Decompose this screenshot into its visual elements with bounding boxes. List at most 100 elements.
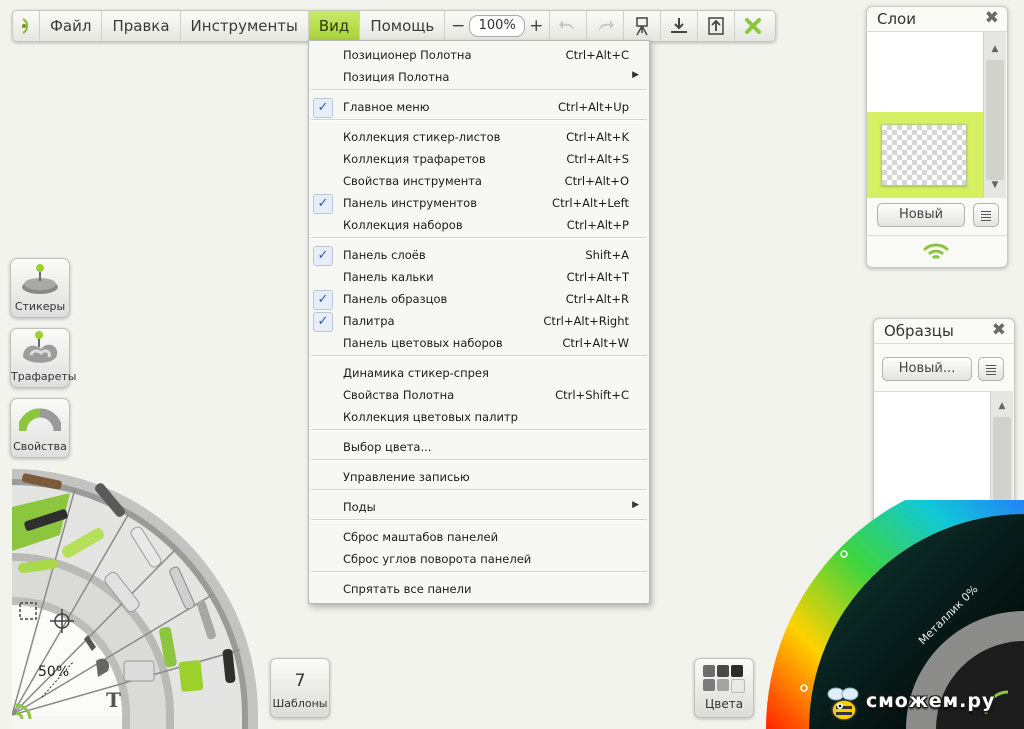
checkmark-icon: ✓	[313, 246, 333, 266]
redo-icon[interactable]	[587, 11, 625, 41]
menu-item-shortcut: Ctrl+Shift+C	[555, 388, 629, 402]
view-menu-item[interactable]: ✓ Главное меню Ctrl+Alt+Up	[309, 96, 649, 118]
zoom-out-button[interactable]: −	[449, 16, 467, 36]
layers-options-icon[interactable]	[973, 203, 999, 227]
save-download-icon[interactable]	[661, 11, 699, 41]
menu-item-label: Свойства инструмента	[343, 174, 482, 188]
close-icon[interactable]: ✖	[992, 320, 1006, 340]
view-menu-item[interactable]: ✓ Панель слоёв Shift+A	[309, 244, 649, 266]
view-menu-item[interactable]: Коллекция трафаретов Ctrl+Alt+S	[309, 148, 649, 170]
view-menu-item[interactable]: Спрятать все панели	[309, 578, 649, 600]
stencils-icon	[23, 331, 58, 363]
menu-help[interactable]: Помощь	[360, 11, 446, 41]
properties-icon	[19, 408, 61, 432]
view-menu-item[interactable]: Панель кальки Ctrl+Alt+T	[309, 266, 649, 288]
menu-item-label: Выбор цвета...	[343, 440, 432, 454]
text-tool-icon[interactable]: T	[106, 688, 121, 712]
menu-item-label: Свойства Полотна	[343, 388, 455, 402]
view-menu-item[interactable]: Свойства инструмента Ctrl+Alt+O	[309, 170, 649, 192]
zoom-value-field[interactable]: 100%	[469, 15, 526, 37]
view-menu-item[interactable]: Коллекция стикер-листов Ctrl+Alt+K	[309, 126, 649, 148]
checkmark-icon: ✓	[313, 98, 333, 118]
menu-item-label: Поды	[343, 500, 376, 514]
menu-item-label: Коллекция трафаретов	[343, 152, 486, 166]
menu-item-label: Панель слоёв	[343, 248, 426, 262]
view-menu-item[interactable]: Управление записью	[309, 466, 649, 488]
menu-separator	[311, 89, 647, 91]
export-upload-icon[interactable]	[698, 11, 736, 41]
scroll-down-icon[interactable]: ▼	[984, 180, 1006, 190]
view-menu-item[interactable]: Сброс маштабов панелей	[309, 526, 649, 548]
layers-scrollbar[interactable]: ▲ ▼	[983, 32, 1006, 198]
properties-button[interactable]: Свойства	[10, 398, 70, 458]
layers-list[interactable]	[867, 32, 983, 198]
menu-item-label: Панель цветовых наборов	[343, 336, 503, 350]
samples-panel-header[interactable]: Образцы ✖	[874, 319, 1014, 344]
colors-button[interactable]: Цвета	[694, 658, 754, 718]
close-green-x-icon[interactable]	[735, 11, 771, 41]
view-menu-item[interactable]: Выбор цвета...	[309, 436, 649, 458]
samples-options-icon[interactable]	[978, 357, 1004, 381]
menu-item-label: Палитра	[343, 314, 395, 328]
zoom-control: − 100% +	[445, 11, 551, 41]
menu-item-label: Сброс углов поворота панелей	[343, 552, 532, 566]
menu-separator	[311, 119, 647, 121]
view-menu-item[interactable]: ✓ Палитра Ctrl+Alt+Right	[309, 310, 649, 332]
new-layer-button[interactable]: Новый	[877, 203, 965, 227]
checkmark-icon: ✓	[313, 312, 333, 332]
menu-item-shortcut: Ctrl+Alt+W	[562, 336, 629, 350]
view-menu-item[interactable]: Динамика стикер-спрея	[309, 362, 649, 384]
menu-view[interactable]: Вид	[308, 11, 361, 41]
watermark-text: сможем.ру	[866, 690, 996, 712]
view-menu-item[interactable]: Позиционер Полотна Ctrl+Alt+C	[309, 44, 649, 66]
view-menu-item[interactable]: Сброс углов поворота панелей	[309, 548, 649, 570]
menu-separator	[311, 237, 647, 239]
close-icon[interactable]: ✖	[985, 8, 999, 28]
zoom-in-button[interactable]: +	[527, 16, 545, 36]
view-menu-item[interactable]: ✓ Панель инструментов Ctrl+Alt+Left	[309, 192, 649, 214]
menu-item-shortcut: Ctrl+Alt+T	[566, 270, 629, 284]
layers-panel-title: Слои	[877, 10, 916, 28]
menu-item-label: Панель кальки	[343, 270, 434, 284]
scroll-thumb[interactable]	[986, 60, 1004, 180]
view-menu-item[interactable]: Поды ▶	[309, 496, 649, 518]
bee-logo-icon	[822, 684, 866, 728]
view-menu-item[interactable]: Позиция Полотна ▶	[309, 66, 649, 88]
scroll-up-icon[interactable]: ▲	[991, 401, 1013, 411]
menu-item-label: Коллекция стикер-листов	[343, 130, 501, 144]
templates-button[interactable]: 7 Шаблоны	[270, 658, 330, 718]
menu-file[interactable]: Файл	[40, 11, 103, 41]
samples-panel-title: Образцы	[884, 322, 954, 340]
view-menu-item[interactable]: Коллекция наборов Ctrl+Alt+P	[309, 214, 649, 236]
easel-icon[interactable]	[624, 11, 662, 41]
templates-count: 7	[294, 671, 306, 691]
menu-item-shortcut: Ctrl+Alt+Up	[557, 100, 629, 114]
view-menu-item[interactable]: Панель цветовых наборов Ctrl+Alt+W	[309, 332, 649, 354]
app-logo-icon[interactable]	[13, 11, 40, 41]
menu-item-label: Коллекция цветовых палитр	[343, 410, 518, 424]
menu-edit[interactable]: Правка	[102, 11, 181, 41]
menu-item-label: Панель образцов	[343, 292, 448, 306]
stickers-label: Стикеры	[14, 300, 66, 313]
menu-item-label: Главное меню	[343, 100, 430, 114]
menu-item-label: Панель инструментов	[343, 196, 477, 210]
stencils-button[interactable]: Трафареты	[10, 328, 76, 388]
layer-item-selected[interactable]	[867, 112, 983, 198]
menu-item-shortcut: Shift+A	[585, 248, 629, 262]
stickers-button[interactable]: Стикеры	[10, 258, 70, 318]
undo-icon[interactable]	[550, 11, 588, 41]
wifi-handle-icon[interactable]	[921, 241, 951, 265]
menu-item-label: Управление записью	[343, 470, 470, 484]
layers-panel-header[interactable]: Слои ✖	[867, 7, 1007, 32]
menu-item-label: Коллекция наборов	[343, 218, 463, 232]
menu-separator	[311, 571, 647, 573]
view-menu-dropdown: Позиционер Полотна Ctrl+Alt+C Позиция Поло…	[308, 40, 650, 604]
scroll-up-icon[interactable]: ▲	[984, 44, 1006, 54]
menu-separator	[311, 429, 647, 431]
menu-item-label: Позиционер Полотна	[343, 48, 472, 62]
view-menu-item[interactable]: Коллекция цветовых палитр	[309, 406, 649, 428]
view-menu-item[interactable]: ✓ Панель образцов Ctrl+Alt+R	[309, 288, 649, 310]
view-menu-item[interactable]: Свойства Полотна Ctrl+Shift+C	[309, 384, 649, 406]
new-sample-button[interactable]: Новый...	[882, 357, 972, 381]
menu-tools[interactable]: Инструменты	[181, 11, 309, 41]
